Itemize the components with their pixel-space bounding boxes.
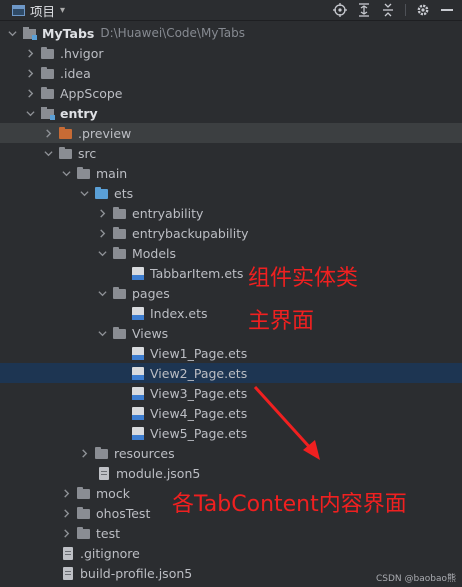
watermark: CSDN @baobao熊 [376, 574, 456, 584]
annotation-arrow [253, 385, 320, 460]
